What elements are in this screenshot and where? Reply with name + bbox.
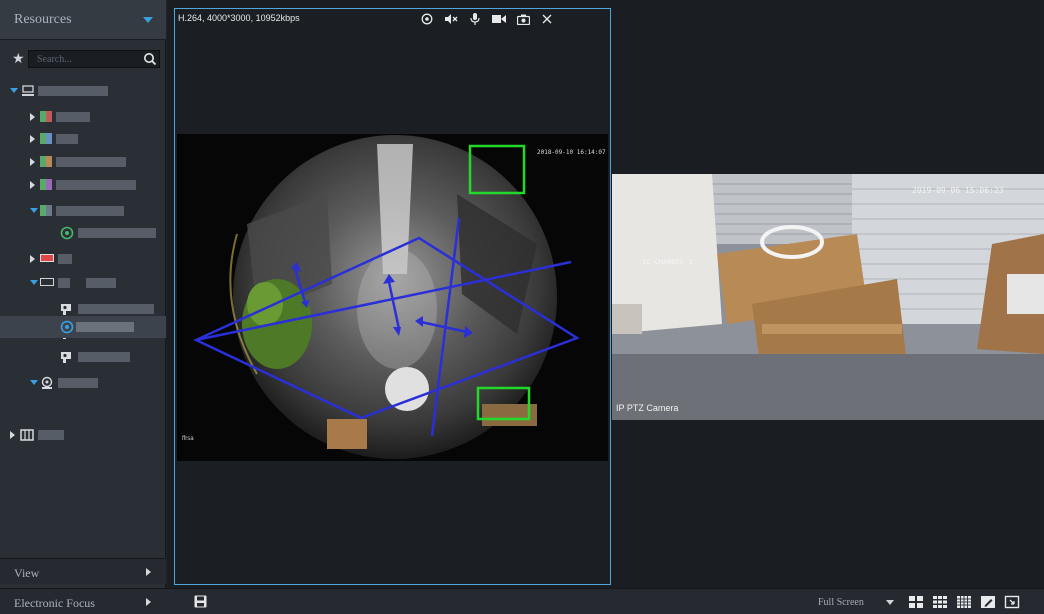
- snapshot-icon[interactable]: [511, 11, 535, 27]
- tree-item-selected[interactable]: [0, 316, 166, 338]
- expand-arrow-icon[interactable]: [30, 280, 38, 285]
- tree-item-channel[interactable]: [0, 224, 166, 242]
- app-window: Resources ★ Search... View Electronic Fo…: [0, 0, 1044, 614]
- search-input[interactable]: [37, 52, 133, 66]
- ptz-camera-icon: [60, 320, 74, 334]
- view-label: View: [14, 566, 40, 580]
- tree-item[interactable]: [0, 426, 166, 444]
- tree-label-redacted: [38, 86, 108, 96]
- tree-label-redacted: [56, 134, 78, 144]
- expand-arrow-icon[interactable]: [30, 208, 38, 213]
- search-icon[interactable]: [143, 52, 157, 66]
- tree-label-redacted: [78, 352, 130, 362]
- tree-item-expanded[interactable]: [0, 202, 166, 220]
- nvr-icon: [40, 278, 54, 286]
- resources-label: Resources: [14, 12, 72, 27]
- tree-label-redacted: [56, 157, 126, 167]
- chevron-down-icon[interactable]: [143, 17, 153, 23]
- tree-label-redacted: [86, 278, 116, 288]
- fisheye-corner-mark: ffrsa: [182, 436, 194, 442]
- electronic-focus-label: Electronic Focus: [14, 596, 95, 610]
- close-icon[interactable]: [535, 11, 559, 27]
- video-pane-fisheye[interactable]: H.264, 4000*3000, 10952kbps 2018-09-10 1…: [174, 8, 611, 585]
- collapse-arrow-icon[interactable]: [30, 181, 35, 189]
- device-icon: [40, 111, 52, 122]
- tree-label-redacted: [58, 378, 98, 388]
- search-box[interactable]: [28, 50, 160, 68]
- fisheye-camera-icon: [60, 226, 74, 240]
- tree-label-redacted: [78, 228, 156, 238]
- device-icon: [40, 133, 52, 144]
- save-icon[interactable]: [194, 595, 207, 608]
- fisheye-timestamp: 2018-09-10 16:14:07: [537, 149, 606, 156]
- collapse-arrow-icon[interactable]: [30, 135, 35, 143]
- ptz-overlay-label: IC CHANNEL 1: [642, 258, 693, 266]
- device-icon: [40, 156, 52, 167]
- view-panel-toggle[interactable]: View: [0, 558, 166, 584]
- camera-name: IP PTZ Camera: [616, 403, 679, 413]
- sidebar: Resources ★ Search... View Electronic Fo…: [0, 0, 166, 614]
- device-icon: [40, 254, 54, 262]
- map-icon: [20, 429, 34, 441]
- tree-item[interactable]: [0, 108, 166, 126]
- favorites-star-icon[interactable]: ★: [12, 50, 25, 67]
- video-wall: H.264, 4000*3000, 10952kbps 2018-09-10 1…: [167, 0, 1044, 588]
- tree-label-redacted: [76, 322, 134, 332]
- custom-layout-icon[interactable]: [980, 594, 996, 610]
- tree-item-expanded[interactable]: [0, 274, 166, 292]
- chevron-right-icon[interactable]: [146, 598, 151, 606]
- chevron-right-icon[interactable]: [146, 568, 151, 576]
- tree-label-redacted: [58, 254, 72, 264]
- tree-item[interactable]: [0, 250, 166, 268]
- tree-label-redacted: [56, 180, 136, 190]
- bottom-toolbar: Full Screen: [166, 588, 1044, 614]
- expand-arrow-icon[interactable]: [10, 88, 18, 93]
- tree-root-node[interactable]: [0, 82, 166, 100]
- fisheye-video[interactable]: 2018-09-10 16:14:07 ffrsa: [177, 134, 608, 461]
- tree-item[interactable]: [0, 130, 166, 148]
- stream-info: H.264, 4000*3000, 10952kbps: [178, 13, 300, 23]
- ptz-timestamp: 2019-09-06 15:06:23: [912, 186, 1004, 195]
- target-icon[interactable]: [415, 11, 439, 27]
- tree-label-redacted: [58, 278, 70, 288]
- fisheye-scene: [193, 135, 580, 459]
- video-pane-ptz[interactable]: 2019-09-06 15:06:23 IC CHANNEL 1 IP PTZ …: [612, 174, 1044, 420]
- device-icon: [40, 205, 52, 216]
- tree-item[interactable]: [0, 176, 166, 194]
- tree-label-redacted: [56, 112, 90, 122]
- tree-item-expanded[interactable]: [0, 374, 166, 392]
- tree-item-channel[interactable]: [0, 348, 166, 366]
- layout-4-icon[interactable]: [908, 594, 924, 610]
- microphone-icon[interactable]: [463, 11, 487, 27]
- tree-label-redacted: [38, 430, 64, 440]
- tree-label-redacted: [78, 304, 154, 314]
- pane-toolbar: [415, 11, 559, 27]
- camera-icon: [61, 352, 71, 363]
- device-icon: [40, 179, 52, 190]
- tree-label-redacted: [56, 206, 124, 216]
- camera-icon: [61, 304, 71, 315]
- expand-arrow-icon[interactable]: [30, 380, 38, 385]
- collapse-arrow-icon[interactable]: [30, 113, 35, 121]
- layout-9-icon[interactable]: [932, 594, 948, 610]
- fullscreen-icon[interactable]: [1004, 594, 1020, 610]
- collapse-arrow-icon[interactable]: [30, 158, 35, 166]
- ptz-scene: [612, 174, 1044, 420]
- layout-16-icon[interactable]: [956, 594, 972, 610]
- chevron-down-icon[interactable]: [886, 600, 894, 605]
- fullscreen-dropdown-label[interactable]: Full Screen: [818, 597, 864, 608]
- collapse-arrow-icon[interactable]: [10, 431, 15, 439]
- electronic-focus-toggle[interactable]: Electronic Focus: [0, 588, 166, 614]
- device-group-icon: [22, 85, 34, 96]
- tree-item[interactable]: [0, 153, 166, 171]
- mute-icon[interactable]: [439, 11, 463, 27]
- ptz-dome-icon: [41, 376, 53, 389]
- resources-header[interactable]: Resources: [0, 0, 166, 40]
- collapse-arrow-icon[interactable]: [30, 255, 35, 263]
- record-icon[interactable]: [487, 11, 511, 27]
